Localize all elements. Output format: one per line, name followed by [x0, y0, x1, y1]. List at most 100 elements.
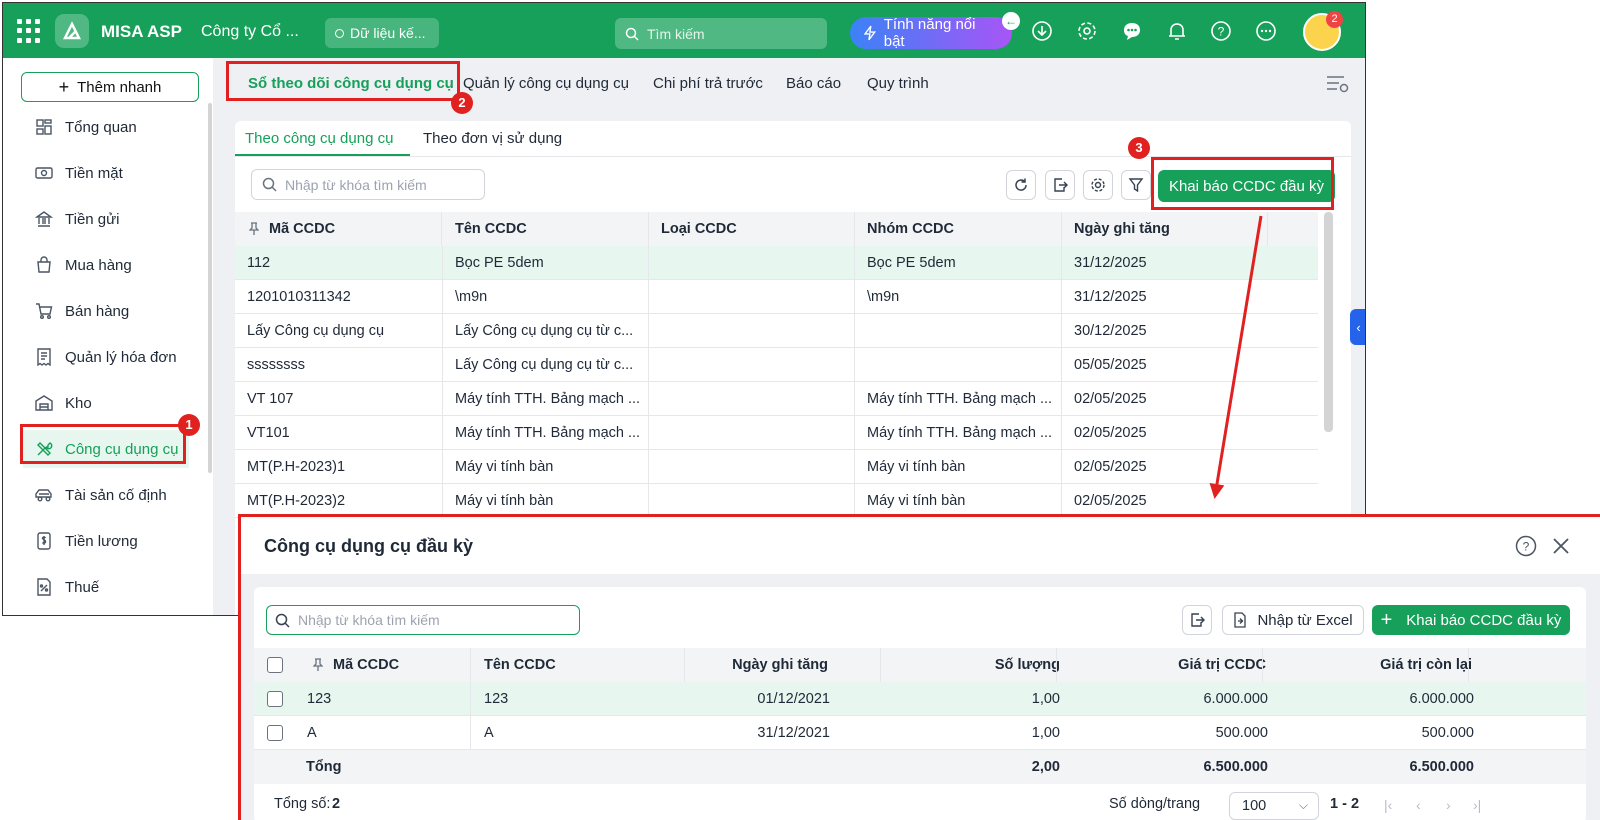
column-divider[interactable] — [684, 648, 685, 682]
column-divider — [442, 280, 443, 314]
rows-per-page-select[interactable]: 100 ⌵ — [1229, 792, 1319, 820]
sidebar-item-2[interactable]: Tiền mặt — [23, 154, 189, 192]
subtab-underline — [235, 154, 410, 156]
sidebar-item-4[interactable]: Mua hàng — [23, 246, 189, 284]
table-cell: Máy tính TTH. Bảng mạch ... — [455, 391, 641, 407]
company-selector[interactable]: Công ty Cổ ... — [201, 23, 299, 41]
global-search-placeholder: Tìm kiếm — [647, 25, 705, 42]
sidebar-item-9[interactable]: Tài sản cố định — [23, 476, 189, 514]
prev-page-icon[interactable]: ‹ — [1416, 797, 1421, 813]
dialog-table-row[interactable]: 123 123 01/12/2021 1,00 6.000.000 6.000.000 — [254, 682, 1586, 716]
arrow-left-icon[interactable]: ← — [1002, 12, 1020, 30]
next-page-icon[interactable]: › — [1446, 797, 1451, 813]
dialog-export-button[interactable] — [1182, 605, 1212, 635]
plus-icon: + — [58, 77, 70, 97]
grid-scrollbar[interactable] — [1324, 212, 1333, 432]
sidebar-scrollbar[interactable] — [208, 103, 212, 473]
table-cell: Máy vi tính bàn — [455, 493, 554, 509]
dialog-search-input[interactable]: Nhập từ khóa tìm kiếm — [266, 605, 580, 635]
column-divider[interactable] — [880, 648, 881, 682]
subtab-by-unit[interactable]: Theo đơn vị sử dụng — [423, 130, 562, 147]
more-icon[interactable] — [1255, 20, 1277, 42]
column-divider[interactable] — [648, 212, 649, 246]
column-header-type[interactable]: Loại CCDC — [661, 221, 737, 237]
data-selector[interactable]: Dữ liệu kế... — [325, 18, 439, 48]
sidebar-item-7[interactable]: Kho — [23, 384, 189, 422]
filter-button[interactable] — [1121, 170, 1151, 200]
gear-icon[interactable] — [1076, 20, 1098, 42]
tab-prepaid-expenses[interactable]: Chi phí trả trước — [653, 75, 763, 92]
tab-reports[interactable]: Báo cáo — [786, 75, 841, 92]
tab-process[interactable]: Quy trình — [867, 75, 929, 92]
pin-icon[interactable] — [313, 658, 323, 672]
column-header-code[interactable]: Mã CCDC — [333, 657, 399, 673]
app-grid-icon[interactable] — [17, 19, 41, 43]
column-divider[interactable] — [1468, 648, 1469, 682]
column-header-value[interactable]: Giá trị CCDC — [1178, 657, 1266, 673]
first-page-icon[interactable]: |‹ — [1384, 797, 1392, 813]
table-row[interactable]: VT 107 Máy tính TTH. Bảng mạch ... Máy tín… — [235, 382, 1318, 416]
column-divider[interactable] — [1262, 648, 1263, 682]
sidebar-item-1[interactable]: Tổng quan — [23, 108, 189, 146]
help-icon[interactable]: ? — [1210, 20, 1232, 42]
column-divider[interactable] — [854, 212, 855, 246]
column-divider[interactable] — [1056, 648, 1057, 682]
column-divider — [648, 314, 649, 348]
close-icon[interactable] — [1552, 537, 1570, 555]
column-divider — [442, 246, 443, 280]
settings-button[interactable] — [1083, 170, 1113, 200]
table-row[interactable]: VT101 Máy tính TTH. Bảng mạch ... Máy tính… — [235, 416, 1318, 450]
column-divider[interactable] — [470, 648, 471, 682]
table-row[interactable]: 1201010311342 \m9n \m9n 31/12/2025 — [235, 280, 1318, 314]
column-header-date[interactable]: Ngày ghi tăng — [1074, 221, 1170, 237]
column-header-group[interactable]: Nhóm CCDC — [867, 221, 954, 237]
global-search-input[interactable]: Tìm kiếm — [615, 18, 827, 49]
column-divider — [648, 280, 649, 314]
dialog-declare-button[interactable]: + Khai báo CCDC đầu kỳ — [1372, 605, 1570, 635]
table-row[interactable]: ssssssss Lấy Công cụ dụng cụ từ c... 05/05… — [235, 348, 1318, 382]
sidebar-item-6[interactable]: Quản lý hóa đơn — [23, 338, 189, 376]
table-row[interactable]: 112 Bọc PE 5dem Bọc PE 5dem 31/12/2025 — [235, 246, 1318, 280]
dialog-table-row[interactable]: A A 31/12/2021 1,00 500.000 500.000 — [254, 716, 1586, 750]
column-divider[interactable] — [1061, 212, 1062, 246]
column-divider[interactable] — [441, 212, 442, 246]
export-button[interactable] — [1045, 170, 1075, 200]
column-settings-icon[interactable] — [1326, 75, 1350, 93]
dialog-grid-total-row: Tổng 2,00 6.500.000 6.500.000 — [254, 750, 1586, 784]
collapse-panel-tab[interactable]: ‹ — [1350, 309, 1365, 345]
subtab-by-tool[interactable]: Theo công cụ dụng cụ — [245, 130, 393, 147]
sidebar-item-10[interactable]: Tiền lương — [23, 522, 189, 560]
table-row[interactable]: MT(P.H-2023)1 Máy vi tính bàn Máy vi tính … — [235, 450, 1318, 484]
row-checkbox[interactable] — [267, 725, 283, 741]
bell-icon[interactable] — [1166, 20, 1188, 42]
import-excel-button[interactable]: Nhập từ Excel — [1222, 605, 1364, 635]
download-icon[interactable] — [1031, 20, 1053, 42]
select-all-checkbox[interactable] — [267, 657, 283, 673]
sidebar-item-5[interactable]: Bán hàng — [23, 292, 189, 330]
row-checkbox[interactable] — [267, 691, 283, 707]
refresh-button[interactable] — [1006, 170, 1036, 200]
quick-add-button[interactable]: + Thêm nhanh — [21, 72, 199, 102]
column-divider — [1061, 314, 1062, 348]
tab-tool-management[interactable]: Quản lý công cụ dụng cụ — [463, 75, 629, 92]
table-row[interactable]: Lấy Công cụ dụng cụ Lấy Công cụ dụng cụ t… — [235, 314, 1318, 348]
chat-icon[interactable] — [1121, 20, 1143, 42]
column-divider — [854, 246, 855, 280]
column-divider — [470, 682, 471, 716]
sidebar-item-11[interactable]: Thuế — [23, 568, 189, 606]
last-page-icon[interactable]: ›| — [1473, 797, 1481, 813]
table-row[interactable]: MT(P.H-2023)2 Máy vi tính bàn Máy vi tính … — [235, 484, 1318, 518]
pin-icon[interactable] — [249, 222, 259, 236]
sidebar-item-3[interactable]: Tiền gửi — [23, 200, 189, 238]
column-header-remaining[interactable]: Giá trị còn lại — [1380, 657, 1472, 673]
column-header-code[interactable]: Mã CCDC — [269, 221, 335, 237]
column-divider — [442, 416, 443, 450]
column-header-quantity[interactable]: Số lượng — [995, 657, 1060, 673]
column-header-name[interactable]: Tên CCDC — [484, 657, 556, 673]
featured-button[interactable]: Tính năng nổi bật — [850, 16, 1012, 50]
column-header-name[interactable]: Tên CCDC — [455, 221, 527, 237]
column-divider[interactable] — [1267, 212, 1268, 246]
ledger-search-input[interactable]: Nhập từ khóa tìm kiếm — [251, 169, 485, 200]
column-header-date[interactable]: Ngày ghi tăng — [732, 657, 828, 673]
help-icon[interactable]: ? — [1515, 535, 1537, 557]
